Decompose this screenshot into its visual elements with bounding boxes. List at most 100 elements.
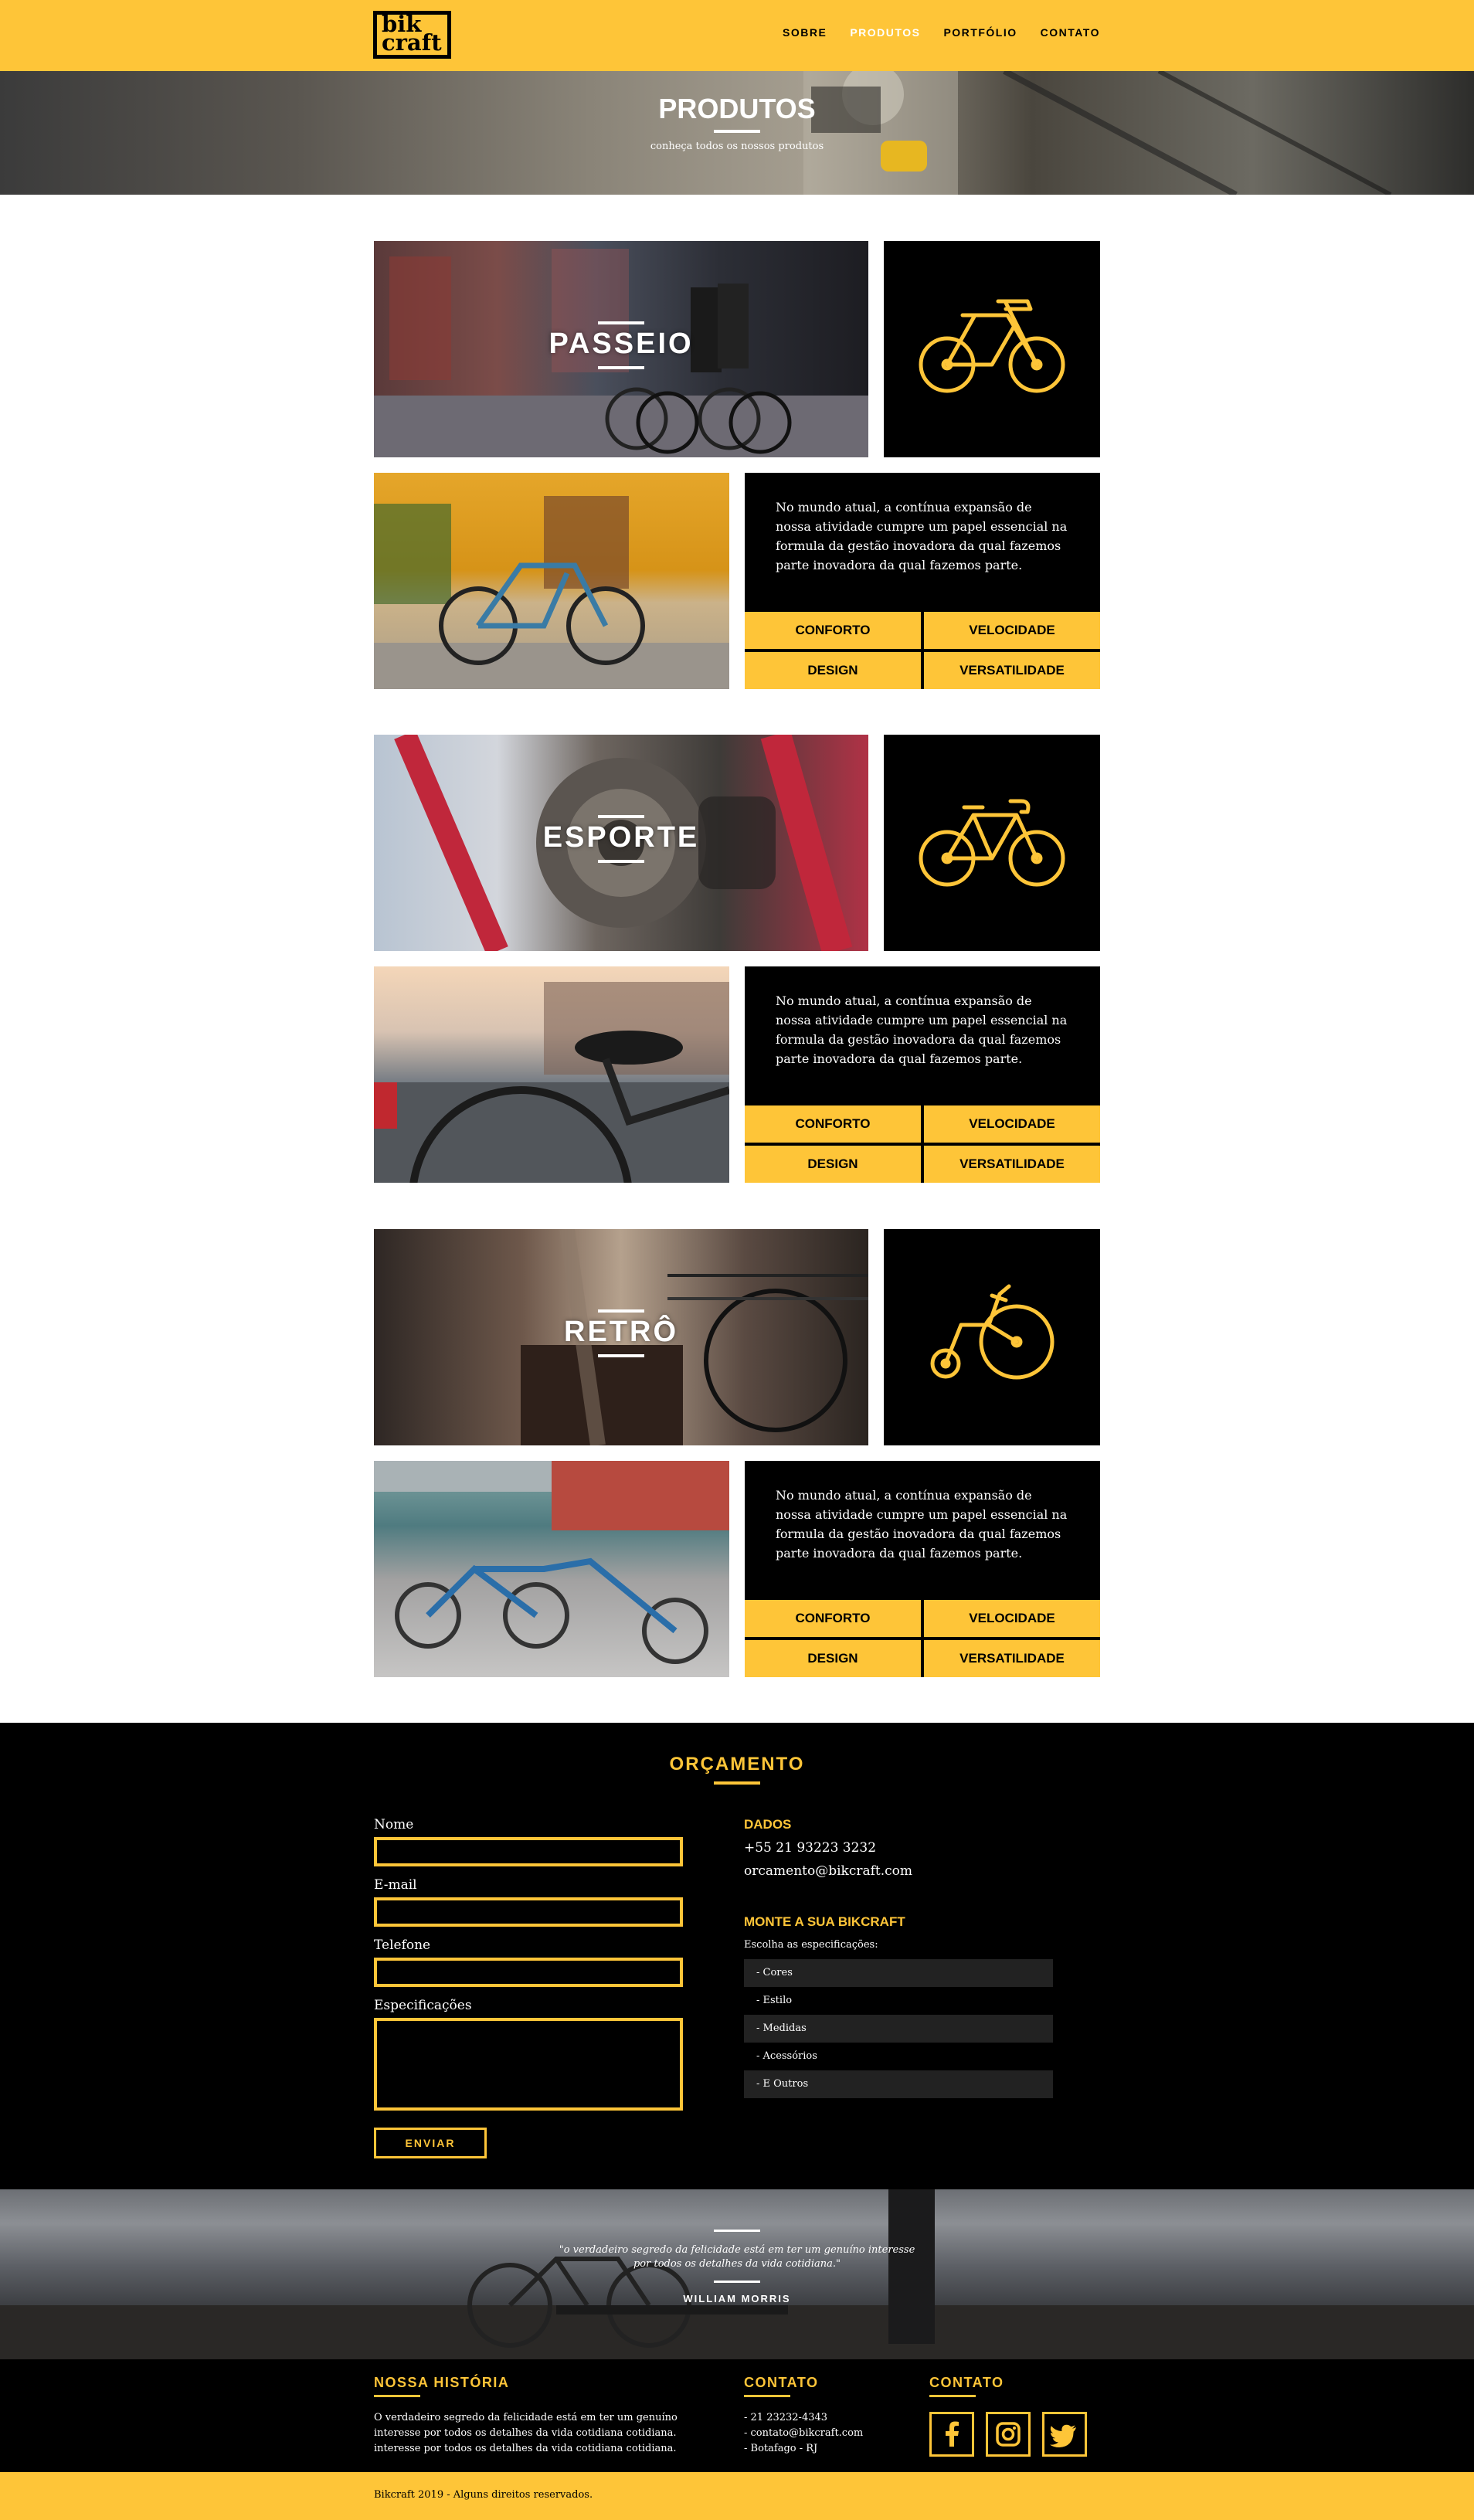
nav-sobre[interactable]: SOBRE	[783, 26, 827, 39]
banner-bike-background	[803, 71, 1392, 195]
spec-item-medidas: - Medidas	[744, 2015, 1053, 2043]
product-description-box: No mundo atual, a contínua expansão de n…	[745, 1461, 1100, 1677]
quote-background	[0, 2189, 1474, 2359]
quote-line-2: por todos os detalhes da vida cotidiana.…	[633, 2258, 841, 2270]
feature-velocidade: VELOCIDADE	[924, 1600, 1100, 1637]
nav-contato[interactable]: CONTATO	[1041, 26, 1100, 39]
contato-title: CONTATO	[744, 2375, 819, 2390]
product-description-box: No mundo atual, a contínua expansão de n…	[745, 966, 1100, 1183]
penny-farthing-icon	[930, 1284, 1055, 1380]
contato-email[interactable]: - contato@bikcraft.com	[744, 2426, 863, 2441]
dados-title: DADOS	[744, 1817, 792, 1832]
twitter-icon	[1050, 2424, 1076, 2448]
copyright-text: Bikcraft 2019 - Alguns direitos reservad…	[374, 2489, 593, 2501]
monte-title: MONTE A SUA BIKCRAFT	[744, 1914, 905, 1929]
feature-conforto: CONFORTO	[745, 1600, 921, 1637]
site-header: bik craft SOBRE PRODUTOS PORTFÓLIO CONTA…	[0, 0, 1474, 71]
product-hero-passeio: PASSEIO	[374, 241, 868, 457]
telefone-label: Telefone	[374, 1938, 431, 1953]
feature-design: DESIGN	[745, 652, 921, 689]
product-description: No mundo atual, a contínua expansão de n…	[776, 500, 1068, 572]
historia-text: O verdadeiro segredo da felicidade está …	[374, 2412, 678, 2454]
instagram-link[interactable]	[986, 2412, 1031, 2457]
product-icon-box	[884, 735, 1100, 951]
contato-address: - Botafago - RJ	[744, 2443, 818, 2454]
feature-conforto: CONFORTO	[745, 1105, 921, 1143]
product-photo-esporte	[374, 966, 729, 1183]
quote-line-1: "o verdadeiro segredo da felicidade está…	[559, 2244, 915, 2256]
orcamento-phone: +55 21 93223 3232	[744, 1840, 877, 1856]
title-bar-bottom	[598, 1354, 644, 1357]
nav-portfolio[interactable]: PORTFÓLIO	[943, 26, 1017, 39]
page-banner: PRODUTOS conheça todos os nossos produto…	[0, 71, 1474, 195]
title-underline	[714, 130, 760, 133]
title-bar-top	[598, 1309, 644, 1313]
contato-phone: - 21 23232-4343	[744, 2412, 828, 2423]
quote-bar-bottom	[714, 2281, 760, 2283]
historia-title: NOSSA HISTÓRIA	[374, 2375, 510, 2390]
feature-versatilidade: VERSATILIDADE	[924, 1146, 1100, 1183]
logo-line-2: craft	[382, 29, 442, 56]
nome-label: Nome	[374, 1817, 414, 1832]
page-title: PRODUTOS	[658, 93, 816, 124]
nav-produtos[interactable]: PRODUTOS	[850, 26, 920, 39]
title-bar-bottom	[598, 860, 644, 863]
copyright-bar: Bikcraft 2019 - Alguns direitos reservad…	[0, 2472, 1474, 2520]
monte-subtitle: Escolha as especificações:	[744, 1939, 878, 1951]
feature-design: DESIGN	[745, 1640, 921, 1677]
site-footer: NOSSA HISTÓRIA O verdadeiro segredo da f…	[0, 2359, 1474, 2472]
product-icon-box	[884, 241, 1100, 457]
main-nav: SOBRE PRODUTOS PORTFÓLIO CONTATO	[783, 26, 1100, 39]
product-hero-retro: RETRÔ	[374, 1229, 868, 1445]
product-description-box: No mundo atual, a contínua expansão de n…	[745, 473, 1100, 689]
sport-bike-icon	[919, 799, 1065, 887]
retro-photo-2	[374, 1461, 729, 1664]
passeio-photo-2	[374, 496, 729, 689]
product-title: ESPORTE	[542, 821, 700, 854]
enviar-button[interactable]: ENVIAR	[374, 2128, 487, 2158]
quote-bar-top	[714, 2230, 760, 2232]
feature-conforto: CONFORTO	[745, 612, 921, 649]
especificacoes-textarea[interactable]	[374, 2018, 683, 2111]
feature-velocidade: VELOCIDADE	[924, 1105, 1100, 1143]
spec-item-estilo: - Estilo	[756, 1995, 793, 2006]
product-title: PASSEIO	[549, 328, 694, 360]
feature-versatilidade: VERSATILIDADE	[924, 1640, 1100, 1677]
spec-item-cores: - Cores	[744, 1959, 1053, 1987]
product-photo-passeio	[374, 473, 729, 689]
bikcraft-logo[interactable]: bik craft	[373, 11, 451, 59]
feature-velocidade: VELOCIDADE	[924, 612, 1100, 649]
product-hero-esporte: ESPORTE	[374, 735, 868, 951]
product-icon-box	[884, 1229, 1100, 1445]
product-photo-retro	[374, 1461, 729, 1677]
product-description: No mundo atual, a contínua expansão de n…	[776, 1488, 1068, 1561]
title-bar-bottom	[598, 366, 644, 369]
twitter-link[interactable]	[1042, 2412, 1087, 2457]
city-bike-icon	[919, 299, 1065, 393]
especificacoes-label: Especificações	[374, 1998, 472, 2013]
historia-title-bar	[374, 2395, 420, 2397]
spec-item-outros: - E Outros	[744, 2070, 1053, 2098]
feature-design: DESIGN	[745, 1146, 921, 1183]
facebook-icon	[946, 2421, 959, 2447]
email-label: E-mail	[374, 1877, 417, 1893]
product-title: RETRÔ	[564, 1316, 678, 1348]
orcamento-title-bar	[714, 1781, 760, 1785]
product-description: No mundo atual, a contínua expansão de n…	[776, 993, 1068, 1066]
title-bar-top	[598, 321, 644, 324]
social-title: CONTATO	[929, 2375, 1004, 2390]
nome-input[interactable]	[374, 1837, 683, 1866]
telefone-input[interactable]	[374, 1958, 683, 1987]
social-title-bar	[929, 2395, 976, 2397]
esporte-photo-2	[374, 982, 729, 1183]
orcamento-email[interactable]: orcamento@bikcraft.com	[744, 1863, 912, 1879]
quote-section: "o verdadeiro segredo da felicidade está…	[0, 2189, 1474, 2359]
feature-versatilidade: VERSATILIDADE	[924, 652, 1100, 689]
facebook-link[interactable]	[929, 2412, 974, 2457]
instagram-icon	[996, 2422, 1021, 2447]
orcamento-title: ORÇAMENTO	[669, 1754, 805, 1775]
email-input[interactable]	[374, 1897, 683, 1927]
quote-author: WILLIAM MORRIS	[683, 2293, 791, 2304]
page-subtitle: conheça todos os nossos produtos	[650, 141, 824, 152]
contato-title-bar	[744, 2395, 790, 2397]
